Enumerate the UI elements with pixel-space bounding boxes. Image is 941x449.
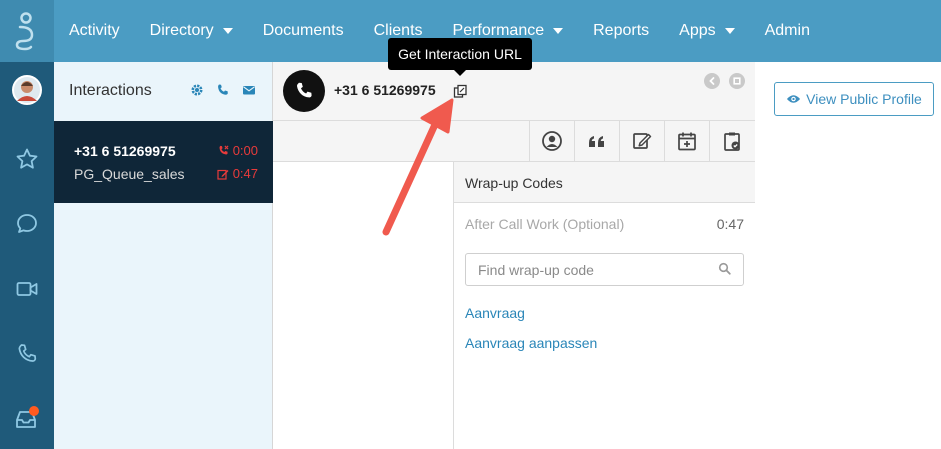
nav-item-reports[interactable]: Reports: [578, 22, 664, 40]
gear-icon[interactable]: [190, 83, 204, 97]
nav-item-documents[interactable]: Documents: [248, 22, 359, 40]
user-avatar[interactable]: [0, 70, 54, 110]
calendar-add-icon: [678, 132, 696, 151]
chat-icon: [17, 214, 37, 233]
wrap-up-code-item[interactable]: Aanvraag: [465, 305, 525, 321]
caret-down-icon: [553, 28, 564, 34]
eye-icon: [787, 95, 801, 103]
interaction-header: +31 6 51269975: [273, 62, 755, 121]
interactions-header-actions: [190, 83, 256, 97]
interaction-phone-number: +31 6 51269975: [74, 143, 176, 159]
popout-icon: [733, 77, 741, 85]
copy-link-icon: [453, 84, 467, 98]
phone-icon: [18, 344, 37, 362]
interaction-content-area: [273, 162, 454, 449]
interaction-toolbar: [273, 121, 755, 162]
star-icon: [16, 148, 38, 169]
phone-icon[interactable]: [216, 83, 230, 97]
nav-item-directory[interactable]: Directory: [135, 22, 248, 40]
tooltip: Get Interaction URL: [388, 38, 532, 70]
contact-phone-number: +31 6 51269975: [334, 82, 436, 98]
nav-item-admin[interactable]: Admin: [750, 22, 825, 40]
profile-panel: View Public Profile: [755, 62, 941, 449]
wrap-up-button[interactable]: [709, 121, 754, 161]
phone-button[interactable]: [0, 334, 54, 374]
clipboard-check-icon: [724, 132, 740, 151]
interaction-detail-panel: +31 6 51269975 Wrap-up Codes After Call …: [273, 62, 755, 449]
scripts-button[interactable]: [574, 121, 619, 161]
video-button[interactable]: [0, 269, 54, 309]
nav-item-activity[interactable]: Activity: [54, 22, 135, 40]
favorites-button[interactable]: [0, 139, 54, 179]
quote-icon: [589, 136, 604, 147]
phone-icon: [297, 82, 312, 98]
inbox-button[interactable]: [0, 399, 54, 439]
chat-button[interactable]: [0, 204, 54, 244]
phone-missed-icon: [219, 145, 229, 155]
video-icon: [16, 282, 38, 296]
contact-avatar: [283, 70, 325, 112]
search-icon: [718, 262, 731, 275]
wrap-up-title: Wrap-up Codes: [454, 162, 755, 203]
get-interaction-url-button[interactable]: [451, 82, 469, 100]
collapse-button[interactable]: [704, 73, 720, 89]
interaction-queue: PG_Queue_sales: [74, 166, 185, 182]
interactions-title: Interactions: [69, 82, 152, 99]
app-logo[interactable]: [0, 0, 54, 62]
interaction-card[interactable]: +31 6 51269975 PG_Queue_sales 0:00 0:47: [54, 121, 273, 203]
edit-icon: [217, 169, 229, 180]
user-avatar-icon: [12, 75, 42, 105]
caret-down-icon: [724, 28, 735, 34]
chevron-left-icon: [709, 77, 715, 85]
genesys-logo-icon: [15, 12, 34, 51]
profile-icon: [542, 131, 562, 151]
nav-item-apps[interactable]: Apps: [664, 22, 749, 40]
notes-button[interactable]: [619, 121, 664, 161]
wrap-up-panel: Wrap-up Codes After Call Work (Optional)…: [454, 162, 755, 449]
popout-button[interactable]: [729, 73, 745, 89]
wrap-up-search-input[interactable]: [465, 253, 744, 286]
schedule-callback-button[interactable]: [664, 121, 709, 161]
contact-profile-button[interactable]: [529, 121, 574, 161]
tooltip-arrow: [454, 70, 466, 76]
acw-timer: 0:47: [217, 166, 258, 181]
acw-label: After Call Work (Optional): [465, 216, 625, 232]
acw-time: 0:47: [716, 216, 744, 232]
left-sidebar: [0, 62, 54, 449]
edit-icon: [633, 133, 652, 149]
caret-down-icon: [222, 28, 233, 34]
view-public-profile-button[interactable]: View Public Profile: [774, 82, 934, 116]
notification-badge: [29, 406, 39, 416]
inbox-icon: [16, 406, 39, 428]
interactions-panel: Interactions +31 6 51269975 PG_Queue_sal…: [54, 62, 273, 449]
wrap-up-code-item[interactable]: Aanvraag aanpassen: [465, 335, 597, 351]
mail-icon[interactable]: [242, 83, 256, 97]
call-timer: 0:00: [218, 143, 258, 158]
